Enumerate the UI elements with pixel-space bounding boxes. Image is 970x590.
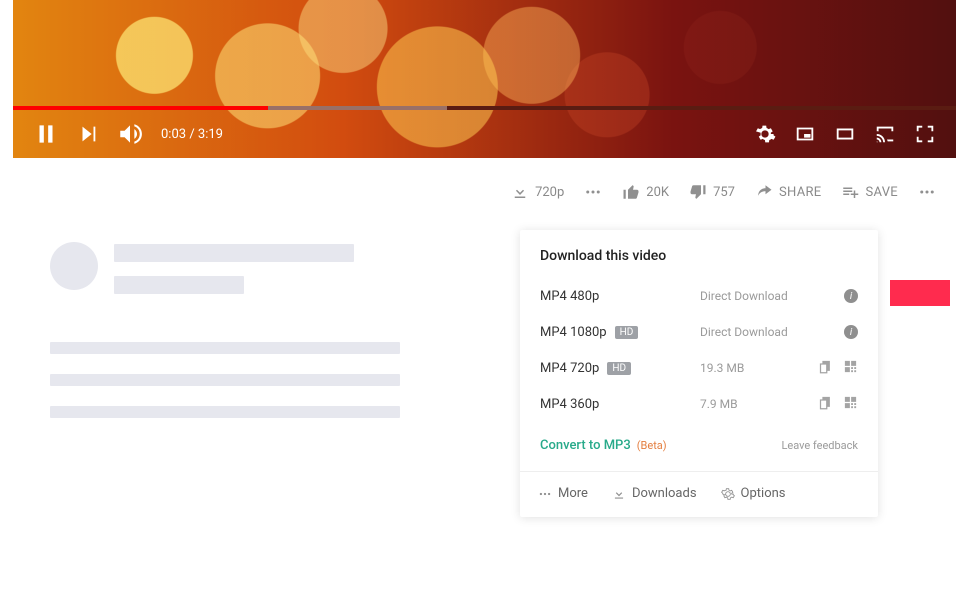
video-player[interactable]: 0:03 / 3:19	[13, 0, 956, 158]
popup-more[interactable]: More	[538, 486, 588, 501]
settings-button[interactable]	[754, 123, 776, 145]
save-label: SAVE	[865, 185, 898, 200]
copy-icon[interactable]	[818, 395, 833, 414]
like-action[interactable]: 20K	[622, 183, 669, 201]
dislike-count: 757	[713, 185, 735, 200]
download-row[interactable]: MP4 1080p HD Direct Download i	[520, 314, 878, 350]
next-button[interactable]	[77, 123, 99, 145]
format-label: MP4 360p	[540, 397, 599, 412]
channel-avatar[interactable]	[50, 242, 98, 290]
subtitle-placeholder	[114, 276, 244, 294]
like-count: 20K	[646, 185, 669, 200]
thumbs-down-icon	[689, 183, 707, 201]
info-icon[interactable]: i	[844, 325, 858, 339]
title-placeholder	[114, 244, 354, 262]
thumbs-up-icon	[622, 183, 640, 201]
total-time: 3:19	[198, 127, 223, 142]
fullscreen-button[interactable]	[914, 123, 936, 145]
current-time: 0:03	[161, 127, 186, 142]
download-popup: Download this video MP4 480p Direct Down…	[520, 230, 878, 517]
cast-button[interactable]	[874, 123, 896, 145]
qr-icon[interactable]	[843, 359, 858, 378]
ellipsis-icon	[584, 183, 602, 201]
download-icon	[612, 487, 626, 501]
download-more-action[interactable]	[584, 183, 602, 201]
share-action[interactable]: SHARE	[755, 183, 822, 201]
download-row[interactable]: MP4 720p HD 19.3 MB	[520, 350, 878, 386]
row-info: Direct Download	[700, 325, 810, 339]
beta-tag: (Beta)	[637, 439, 667, 452]
format-label: MP4 1080p	[540, 325, 607, 340]
dislike-action[interactable]: 757	[689, 183, 735, 201]
download-quality: 720p	[535, 185, 564, 200]
subscribe-button-placeholder[interactable]	[890, 280, 950, 306]
video-action-row: 720p 20K 757 SHARE SAVE	[50, 172, 946, 212]
info-icon[interactable]: i	[844, 289, 858, 303]
playlist-add-icon	[841, 183, 859, 201]
row-info: 7.9 MB	[700, 397, 810, 411]
download-action[interactable]: 720p	[511, 183, 564, 201]
convert-to-mp3-link[interactable]: Convert to MP3	[540, 438, 631, 453]
leave-feedback-link[interactable]: Leave feedback	[781, 439, 858, 452]
share-label: SHARE	[779, 185, 822, 200]
ellipsis-icon	[918, 183, 936, 201]
download-icon	[511, 183, 529, 201]
hd-badge: HD	[615, 326, 639, 339]
share-icon	[755, 183, 773, 201]
pause-button[interactable]	[33, 121, 59, 147]
qr-icon[interactable]	[843, 395, 858, 414]
popup-options[interactable]: Options	[721, 486, 786, 501]
ellipsis-icon	[538, 487, 552, 501]
download-row[interactable]: MP4 360p 7.9 MB	[520, 386, 878, 422]
popup-downloads[interactable]: Downloads	[612, 486, 697, 501]
row-info: 19.3 MB	[700, 361, 810, 375]
save-action[interactable]: SAVE	[841, 183, 898, 201]
hd-badge: HD	[607, 362, 631, 375]
more-action[interactable]	[918, 183, 936, 201]
format-label: MP4 720p	[540, 361, 599, 376]
download-row[interactable]: MP4 480p Direct Download i	[520, 278, 878, 314]
gear-icon	[721, 487, 735, 501]
player-controls: 0:03 / 3:19	[13, 110, 956, 158]
miniplayer-button[interactable]	[794, 123, 816, 145]
theater-button[interactable]	[834, 123, 856, 145]
format-label: MP4 480p	[540, 289, 599, 304]
copy-icon[interactable]	[818, 359, 833, 378]
volume-button[interactable]	[117, 121, 143, 147]
time-display: 0:03 / 3:19	[161, 127, 223, 142]
row-info: Direct Download	[700, 289, 810, 303]
popup-title: Download this video	[520, 230, 878, 278]
